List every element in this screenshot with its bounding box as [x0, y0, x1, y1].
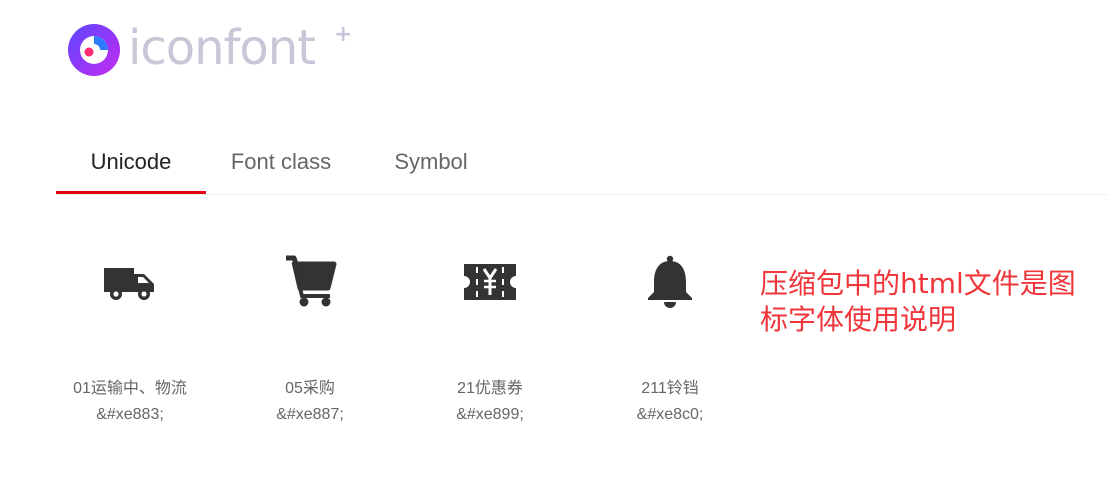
logo-text: iconfont [128, 20, 316, 76]
icon-card-cart[interactable]: 05采购 &#xe887; [220, 240, 400, 440]
bell-icon [648, 255, 692, 308]
icon-name: 01运输中、物流 [73, 380, 187, 397]
icon-card-coupon[interactable]: 21优惠券 &#xe899; [400, 240, 580, 440]
coupon-yen-icon [464, 264, 516, 300]
tab-bar: Unicode Font class Symbol [56, 130, 1107, 195]
icon-code: &#xe883; [96, 406, 164, 423]
tab-font-class[interactable]: Font class [206, 130, 356, 194]
truck-icon [104, 268, 154, 300]
icon-card-truck[interactable]: 01运输中、物流 &#xe883; [40, 240, 220, 440]
icon-name: 211铃铛 [641, 380, 699, 397]
tab-symbol[interactable]: Symbol [356, 130, 506, 194]
icon-code: &#xe887; [276, 406, 344, 423]
icon-code: &#xe8c0; [636, 406, 704, 423]
logo[interactable]: iconfont + [66, 20, 366, 76]
icon-name: 21优惠券 [457, 380, 523, 397]
cart-icon [286, 255, 337, 307]
iconfont-logo-icon [68, 24, 120, 76]
icon-card-bell[interactable]: 211铃铛 &#xe8c0; [580, 240, 760, 440]
tab-unicode[interactable]: Unicode [56, 130, 206, 194]
usage-note: 压缩包中的html文件是图标字体使用说明 [760, 267, 1076, 336]
icon-name: 05采购 [285, 380, 335, 397]
logo-plus-icon: + [334, 22, 353, 47]
icon-code: &#xe899; [456, 406, 524, 423]
